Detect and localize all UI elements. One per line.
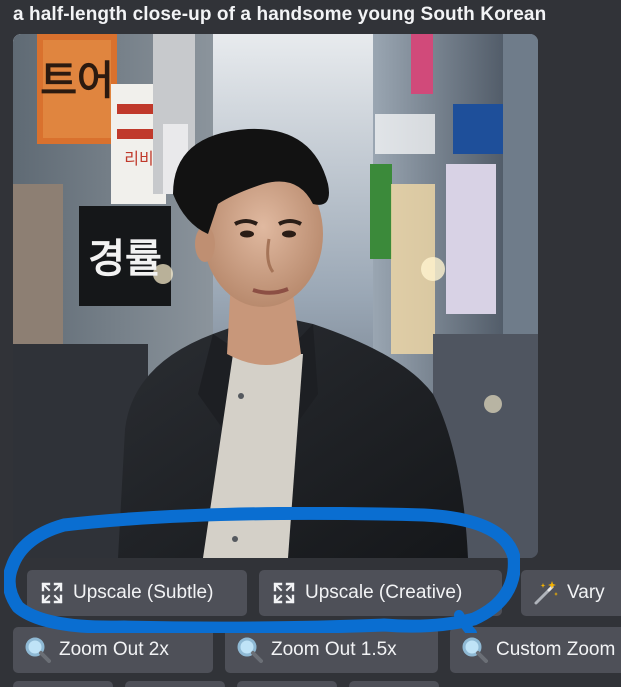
custom-zoom-button[interactable]: Custom Zoom	[450, 627, 621, 673]
magnifier-icon	[25, 637, 51, 663]
next-row-button[interactable]	[13, 681, 113, 687]
magnifier-icon	[462, 637, 488, 663]
sign-text-middle-left: 경률	[88, 236, 162, 282]
magnifier-icon	[237, 637, 263, 663]
expand-icon	[271, 580, 297, 606]
zoom-out-2x-button[interactable]: Zoom Out 2x	[13, 627, 213, 673]
next-row-button[interactable]	[349, 681, 439, 687]
vary-label: Vary	[567, 582, 605, 603]
vary-button[interactable]: Vary	[521, 570, 621, 616]
message-page: a half-length close-up of a handsome you…	[0, 0, 621, 687]
upscale-subtle-button[interactable]: Upscale (Subtle)	[27, 570, 247, 616]
sign-text-right-column: 리비	[124, 149, 153, 168]
magic-wand-icon	[533, 580, 559, 606]
generated-image-art: 트어 경률 리비	[13, 34, 538, 558]
upscale-creative-label: Upscale (Creative)	[305, 582, 463, 603]
zoom-out-1-5x-label: Zoom Out 1.5x	[271, 639, 397, 660]
expand-icon	[39, 580, 65, 606]
generated-image[interactable]: 트어 경률 리비	[13, 34, 538, 558]
zoom-out-2x-label: Zoom Out 2x	[59, 639, 169, 660]
upscale-subtle-label: Upscale (Subtle)	[73, 582, 214, 603]
prompt-title: a half-length close-up of a handsome you…	[13, 4, 547, 25]
custom-zoom-label: Custom Zoom	[496, 639, 616, 660]
sign-text-top-left: 트어	[40, 58, 114, 104]
zoom-out-1-5x-button[interactable]: Zoom Out 1.5x	[225, 627, 438, 673]
next-row-button[interactable]	[125, 681, 225, 687]
next-button-row	[0, 681, 621, 687]
upscale-creative-button[interactable]: Upscale (Creative)	[259, 570, 502, 616]
next-row-button[interactable]	[237, 681, 337, 687]
